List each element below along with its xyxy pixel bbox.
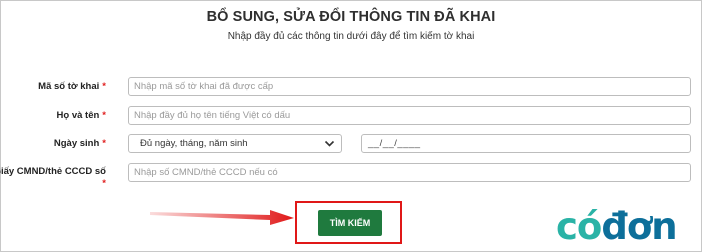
birth-date-label: Ngày sinh * (53, 138, 106, 149)
declaration-code-label: Mã số tờ khai * (38, 81, 106, 92)
chevron-down-icon (324, 140, 335, 147)
codon-logo: cóđơn (556, 205, 678, 248)
search-button[interactable]: TÌM KIẾM (318, 210, 382, 236)
id-number-input[interactable] (128, 163, 691, 182)
birth-date-input[interactable]: __/__/____ (361, 134, 691, 153)
arrow-annotation-icon (150, 210, 294, 225)
page-subtitle: Nhập đầy đủ các thông tin dưới đây để tì… (227, 31, 475, 42)
required-mark: * (102, 178, 106, 189)
required-mark: * (102, 81, 106, 92)
page-title: BỔ SUNG, SỬA ĐỔI THÔNG TIN ĐÃ KHAI (206, 9, 496, 25)
birth-date-format-select[interactable]: Đủ ngày, tháng, năm sinh (128, 134, 342, 153)
birth-date-value: __/__/____ (368, 138, 421, 149)
birth-date-format-value: Đủ ngày, tháng, năm sinh (140, 138, 248, 149)
required-mark: * (102, 110, 106, 121)
declaration-code-input[interactable] (128, 77, 691, 96)
id-number-label: Giấy CMND/thẻ CCCD số * (0, 166, 106, 189)
full-name-input[interactable] (128, 106, 691, 125)
required-mark: * (102, 138, 106, 149)
full-name-label: Họ và tên * (56, 110, 106, 121)
